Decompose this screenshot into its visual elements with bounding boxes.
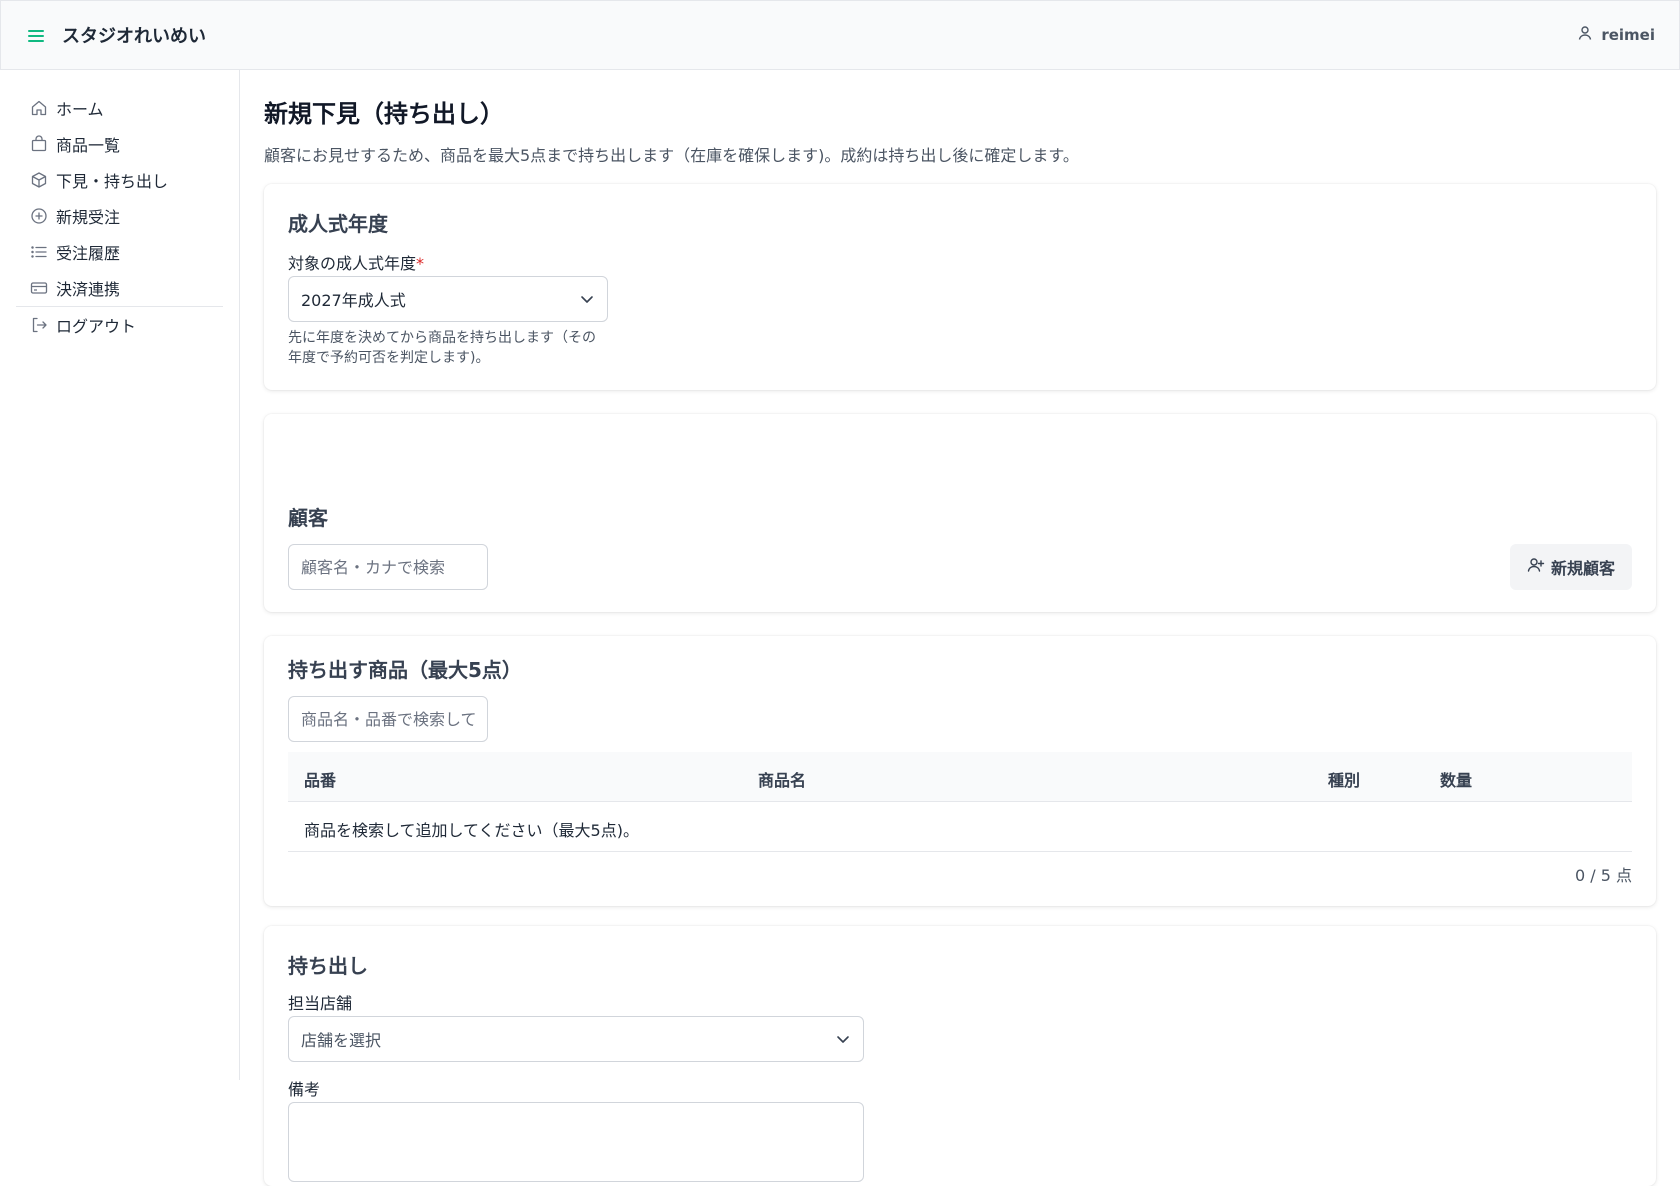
page-title: 新規下見（持ち出し）	[264, 100, 504, 128]
year-field-label: 対象の成人式年度*	[288, 250, 424, 274]
page-description: 顧客にお見せするため、商品を最大5点まで持ち出します（在庫を確保します)。成約は…	[264, 146, 1079, 165]
year-help-text: 先に年度を決めてから商品を持ち出します（その年度で予約可否を判定します)。	[288, 330, 596, 366]
product-search-input[interactable]	[288, 696, 488, 742]
user-plus-icon	[1527, 556, 1545, 578]
sidebar-item-home[interactable]: ホーム	[16, 90, 223, 126]
table-header: 品番 商品名 種別 数量	[288, 752, 1632, 802]
year-card: 成人式年度 対象の成人式年度* 2027年成人式 先に年度を決めてから商品を持ち…	[264, 184, 1656, 390]
sidebar-item-logout[interactable]: ログアウト	[16, 307, 223, 343]
shopping-bag-icon	[30, 135, 48, 153]
column-header-name: 商品名	[758, 771, 807, 790]
credit-card-icon	[30, 279, 48, 297]
required-mark: *	[416, 254, 425, 273]
sidebar-item-new-order[interactable]: 新規受注	[16, 198, 223, 234]
sidebar-item-label: ログアウト	[56, 317, 137, 336]
year-select-value: 2027年成人式	[301, 291, 406, 310]
sidebar-item-label: 受注履歴	[56, 244, 121, 263]
new-customer-label: 新規顧客	[1550, 559, 1615, 578]
sidebar-item-preview[interactable]: 下見・持ち出し	[16, 162, 223, 198]
store-select-placeholder: 店舗を選択	[301, 1031, 382, 1050]
year-label-text: 対象の成人式年度	[288, 254, 417, 273]
sidebar-nav: ホーム 商品一覧 下見・持ち出し 新規受注 受注履歴 決済連携 ログアウト	[16, 90, 223, 343]
checkout-card: 持ち出し 担当店舗 店舗を選択 備考	[264, 926, 1656, 1186]
store-field-label: 担当店舗	[288, 994, 353, 1013]
home-icon	[30, 99, 48, 117]
column-header-quantity: 数量	[1440, 771, 1473, 790]
app-brand: スタジオれいめい	[62, 26, 206, 47]
year-select[interactable]: 2027年成人式	[288, 276, 608, 322]
sidebar-item-label: 決済連携	[56, 280, 121, 299]
list-icon	[30, 243, 48, 261]
checkout-section-title: 持ち出し	[288, 954, 368, 978]
sidebar-item-label: 下見・持ち出し	[56, 172, 169, 191]
plus-circle-icon	[30, 207, 48, 225]
sidebar: ホーム 商品一覧 下見・持ち出し 新規受注 受注履歴 決済連携 ログアウト	[0, 70, 240, 1080]
items-table: 品番 商品名 種別 数量 商品を検索して追加してください（最大5点)。	[288, 752, 1632, 852]
user-name: reimei	[1601, 26, 1655, 44]
logout-icon	[30, 316, 48, 334]
box-icon	[30, 171, 48, 189]
sidebar-item-label: 新規受注	[56, 208, 121, 227]
sidebar-item-order-history[interactable]: 受注履歴	[16, 234, 223, 270]
empty-message: 商品を検索して追加してください（最大5点)。	[304, 821, 639, 840]
customer-card: 顧客 新規顧客	[264, 414, 1656, 612]
sidebar-item-payments[interactable]: 決済連携	[16, 270, 223, 306]
customer-section-title: 顧客	[288, 506, 328, 530]
app-header: スタジオれいめい reimei	[0, 0, 1680, 70]
notes-textarea[interactable]	[288, 1102, 864, 1182]
sidebar-item-products[interactable]: 商品一覧	[16, 126, 223, 162]
sidebar-item-label: 商品一覧	[56, 136, 121, 155]
column-header-type: 種別	[1328, 771, 1361, 790]
chevron-down-icon	[835, 1031, 851, 1047]
table-empty-row: 商品を検索して追加してください（最大5点)。	[288, 802, 1632, 852]
sidebar-item-label: ホーム	[56, 100, 104, 119]
user-icon	[1577, 25, 1593, 45]
items-section-title: 持ち出す商品（最大5点）	[288, 658, 522, 682]
hamburger-menu-icon[interactable]	[25, 25, 47, 47]
column-header-code: 品番	[304, 771, 337, 790]
user-menu[interactable]: reimei	[1577, 25, 1655, 45]
year-section-title: 成人式年度	[288, 212, 388, 236]
new-customer-button[interactable]: 新規顧客	[1510, 544, 1632, 590]
item-count: 0 / 5 点	[1574, 866, 1632, 885]
customer-search-input[interactable]	[288, 544, 488, 590]
items-card: 持ち出す商品（最大5点） 品番 商品名 種別 数量 商品を検索して追加してくださ…	[264, 636, 1656, 906]
store-select[interactable]: 店舗を選択	[288, 1016, 864, 1062]
chevron-down-icon	[579, 291, 595, 307]
